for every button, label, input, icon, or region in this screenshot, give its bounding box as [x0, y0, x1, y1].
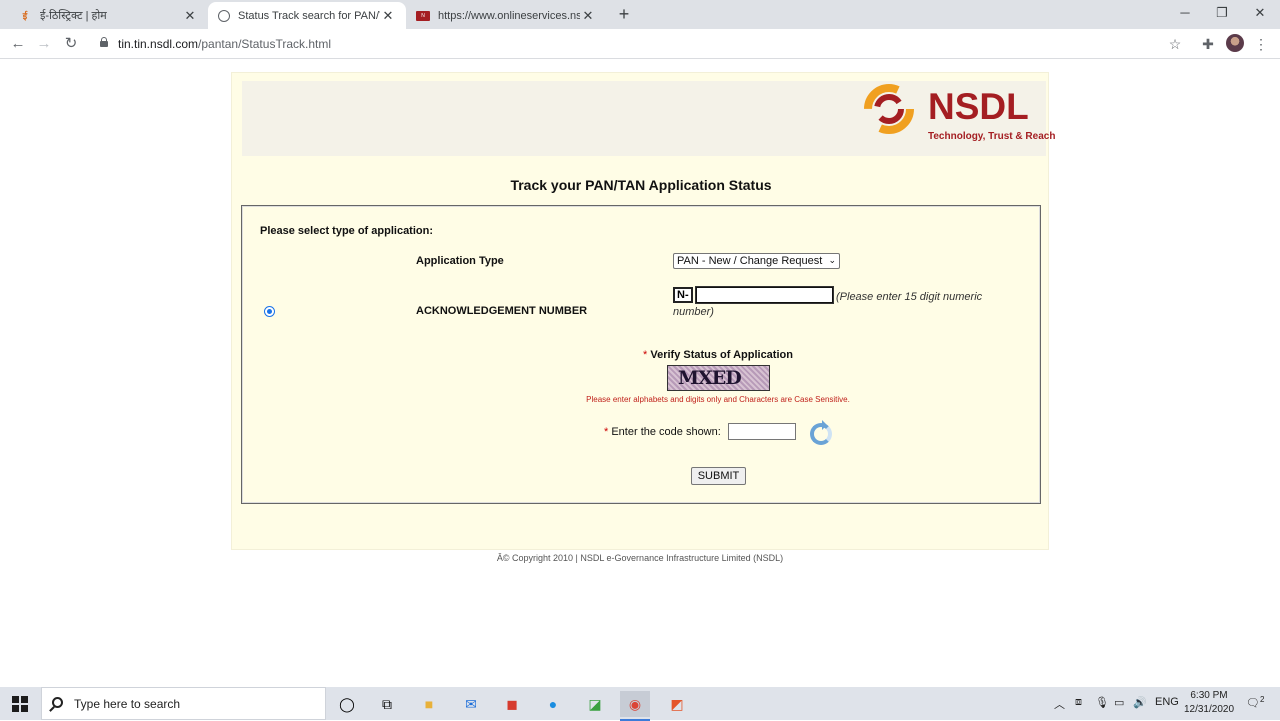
tab-status-track[interactable]: Status Track search for PAN/TAN ✕	[208, 2, 406, 29]
nsdl-favicon-icon: N	[416, 10, 430, 21]
ack-number-input[interactable]	[695, 286, 834, 304]
volume-icon[interactable]: 🔊	[1133, 696, 1147, 709]
back-button[interactable]: ←	[7, 33, 29, 55]
close-window-button[interactable]: ✕	[1241, 0, 1279, 29]
logo-tagline: Technology, Trust & Reach	[928, 131, 1056, 142]
chrome-icon[interactable]: ◉	[620, 691, 650, 721]
clock[interactable]: 6:30 PM 12/31/2020	[1170, 689, 1248, 717]
ack-number-label: ACKNOWLEDGEMENT NUMBER	[416, 305, 588, 317]
edge-icon[interactable]: ●	[538, 691, 568, 717]
mail-icon[interactable]: ✉	[456, 691, 486, 717]
clock-time: 6:30 PM	[1190, 690, 1228, 701]
browser-tabstrip: ई ई-ठिस्ट्रिक्ट | होम ✕ Status Track sea…	[0, 0, 1280, 29]
battery-icon[interactable]: ▭	[1114, 696, 1124, 709]
profile-avatar[interactable]	[1226, 34, 1244, 52]
captcha-code-input[interactable]	[728, 423, 796, 440]
address-bar[interactable]: tin.tin.nsdl.com/pantan/StatusTrack.html	[92, 32, 1192, 56]
close-icon[interactable]: ✕	[380, 8, 396, 24]
minimize-button[interactable]: ─	[1166, 0, 1204, 29]
case-sensitive-note: Please enter alphabets and digits only a…	[586, 395, 850, 404]
tab-title: https://www.onlineservices.nsdl.c	[438, 9, 580, 22]
lock-icon[interactable]	[100, 37, 108, 47]
store-icon[interactable]: ◼	[497, 691, 527, 717]
page-title: Track your PAN/TAN Application Status	[510, 177, 772, 193]
notification-icon[interactable]: 🗨2	[1246, 695, 1264, 710]
copyright-footer: Â© Copyright 2010 | NSDL e-Governance In…	[496, 553, 784, 563]
refresh-captcha-icon[interactable]	[810, 420, 832, 445]
status-form: Please select type of application: Appli…	[241, 205, 1041, 504]
orange-app-icon[interactable]: ◩	[662, 691, 692, 717]
menu-icon[interactable]: ⋮	[1250, 33, 1272, 55]
url-text: tin.tin.nsdl.com/pantan/StatusTrack.html	[118, 37, 331, 51]
microphone-icon[interactable]: 🎙	[1095, 696, 1109, 709]
browser-toolbar: ← → ↻ tin.tin.nsdl.com/pantan/StatusTrac…	[0, 29, 1280, 59]
file-explorer-icon[interactable]: ■	[414, 691, 444, 717]
task-view-icon[interactable]: ⧉	[372, 691, 402, 717]
close-icon[interactable]: ✕	[580, 8, 596, 24]
captcha-text: MXED	[678, 367, 742, 389]
search-icon	[52, 697, 63, 708]
bookmark-star-icon[interactable]: ☆	[1164, 33, 1186, 55]
submit-button[interactable]: SUBMIT	[691, 467, 746, 485]
captcha-image: MXED	[667, 365, 770, 391]
taskbar-search-box[interactable]: Type here to search	[41, 687, 326, 720]
globe-icon	[218, 9, 230, 22]
notification-count: 2	[1259, 695, 1265, 704]
tab-title: Status Track search for PAN/TAN	[238, 9, 380, 22]
page-container: NSDL Technology, Trust & Reach Track you…	[231, 72, 1055, 550]
verify-status-label: * Verify Status of Application	[643, 349, 793, 361]
extensions-icon[interactable]: ✚	[1197, 33, 1219, 55]
logo-wordmark: NSDL	[928, 86, 1029, 127]
chevron-up-icon[interactable]: ︿	[1054, 696, 1065, 712]
clock-date: 12/31/2020	[1183, 704, 1235, 715]
green-app-icon[interactable]: ◪	[580, 691, 610, 717]
cortana-icon[interactable]: ◯	[332, 691, 362, 717]
ack-prefix: N-	[673, 287, 693, 303]
taskbar-search-placeholder: Type here to search	[74, 697, 181, 711]
forward-button[interactable]: →	[33, 33, 55, 55]
restore-button[interactable]: ❐	[1203, 0, 1241, 29]
tab-onlineservices[interactable]: N https://www.onlineservices.nsdl.c ✕	[406, 2, 606, 29]
application-type-value: PAN - New / Change Request	[677, 255, 823, 267]
chevron-down-icon: ⌄	[828, 255, 836, 265]
application-type-select[interactable]: PAN - New / Change Request ⌄	[673, 253, 840, 269]
new-tab-button[interactable]: +	[614, 4, 634, 24]
windows-start-icon[interactable]	[12, 696, 28, 712]
close-icon[interactable]: ✕	[182, 8, 198, 24]
application-type-label: Application Type	[416, 255, 504, 267]
windows-taskbar: Type here to search ◯ ⧉ ■ ✉ ◼ ● ◪ ◉ ◩ ︿ …	[0, 687, 1280, 721]
ack-number-radio[interactable]	[264, 306, 275, 317]
tab-title: ई-ठिस्ट्रिक्ट | होम	[40, 10, 107, 22]
header-band	[242, 81, 1046, 156]
tab-edistrict[interactable]: ई ई-ठिस्ट्रिक्ट | होम ✕	[8, 2, 208, 29]
form-heading: Please select type of application:	[260, 225, 434, 237]
code-label: * Enter the code shown:	[604, 426, 721, 438]
network-icon[interactable]: ⧈	[1075, 696, 1082, 709]
reload-button[interactable]: ↻	[60, 33, 82, 55]
orange-logo-icon: ई	[22, 11, 28, 21]
